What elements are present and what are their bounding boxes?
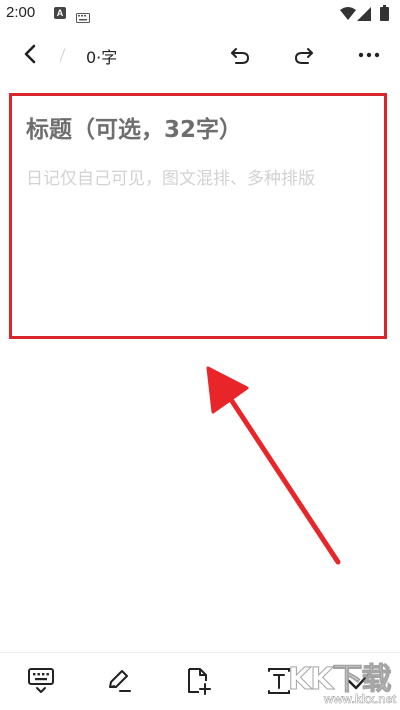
battery-icon (380, 5, 389, 25)
undo-icon[interactable] (228, 44, 252, 70)
add-file-icon[interactable] (186, 667, 212, 699)
check-icon[interactable] (346, 667, 372, 699)
signal-icon (357, 6, 371, 25)
redo-icon[interactable] (292, 44, 316, 70)
a-notification-icon: A (54, 7, 66, 19)
status-time: 2:00 (6, 4, 36, 21)
bottom-toolbar (0, 652, 400, 710)
keyboard-notification-icon (76, 8, 90, 27)
keyboard-icon[interactable] (28, 667, 54, 699)
text-format-icon[interactable] (266, 667, 292, 699)
pen-icon[interactable] (106, 667, 132, 699)
title-input[interactable]: 标题（可选，32字） (26, 110, 376, 144)
status-bar: 2:00 A (0, 0, 400, 28)
body-input[interactable]: 日记仅自己可见，图文混排、多种排版 (26, 164, 376, 189)
back-icon[interactable] (20, 42, 42, 70)
diary-editor-screen: 2:00 A 0·字 标题（可选，32字） 日记仅自己可见，图文混排、多种排版 … (0, 0, 400, 710)
toolbar-divider (59, 48, 66, 62)
word-count: 0·字 (86, 48, 118, 67)
wifi-icon (340, 6, 356, 25)
more-icon[interactable] (356, 44, 382, 70)
top-toolbar: 0·字 (0, 34, 400, 76)
